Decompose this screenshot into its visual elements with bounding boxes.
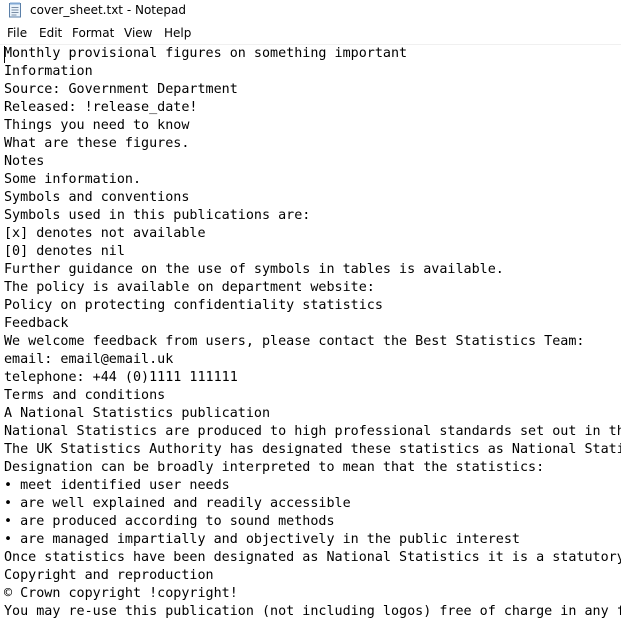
text-caret [4, 46, 5, 63]
text-line: Information [4, 64, 93, 79]
text-line: Source: Government Department [4, 82, 238, 97]
text-line: • are well explained and readily accessi… [4, 496, 351, 511]
text-line: • are managed impartially and objectivel… [4, 532, 520, 547]
text-editor[interactable]: Monthly provisional figures on something… [0, 44, 621, 627]
text-line: [x] denotes not available [4, 226, 206, 241]
text-line: The policy is available on department we… [4, 280, 375, 295]
text-line: • meet identified user needs [4, 478, 230, 493]
text-line: Symbols and conventions [4, 190, 190, 205]
text-line: National Statistics are produced to high… [4, 424, 621, 439]
menu-file[interactable]: File [7, 25, 27, 42]
notepad-icon [8, 2, 22, 18]
text-line: Further guidance on the use of symbols i… [4, 262, 504, 277]
text-line: © Crown copyright !copyright! [4, 586, 238, 601]
text-line: What are these figures. [4, 136, 190, 151]
window-title: cover_sheet.txt - Notepad [30, 3, 186, 17]
document-text: Monthly provisional figures on something… [4, 45, 621, 621]
text-line: We welcome feedback from users, please c… [4, 334, 585, 349]
text-line: A National Statistics publication [4, 406, 271, 421]
menu-view[interactable]: View [124, 25, 152, 42]
text-line: The UK Statistics Authority has designat… [4, 442, 621, 457]
menu-format[interactable]: Format [72, 25, 114, 42]
menu-bar: File Edit Format View Help [0, 24, 621, 43]
text-line: Some information. [4, 172, 142, 187]
title-bar[interactable]: cover_sheet.txt - Notepad [0, 0, 621, 22]
text-line: You may re-use this publication (not inc… [4, 604, 621, 619]
text-line: Designation can be broadly interpreted t… [4, 460, 545, 475]
menu-edit[interactable]: Edit [39, 25, 62, 42]
text-line: Copyright and reproduction [4, 568, 214, 583]
text-line: email: email@email.uk [4, 352, 174, 367]
text-line: Feedback [4, 316, 69, 331]
text-line: Once statistics have been designated as … [4, 550, 621, 565]
text-line: Things you need to know [4, 118, 190, 133]
text-line: Released: !release_date! [4, 100, 198, 115]
text-line: Symbols used in this publications are: [4, 208, 311, 223]
menu-help[interactable]: Help [164, 25, 191, 42]
text-line: • are produced according to sound method… [4, 514, 335, 529]
text-line: Monthly provisional figures on something… [4, 46, 408, 61]
text-line: Terms and conditions [4, 388, 166, 403]
text-line: telephone: +44 (0)1111 111111 [4, 370, 238, 385]
text-line: [0] denotes nil [4, 244, 125, 259]
text-line: Policy on protecting confidentiality sta… [4, 298, 383, 313]
text-line: Notes [4, 154, 45, 169]
